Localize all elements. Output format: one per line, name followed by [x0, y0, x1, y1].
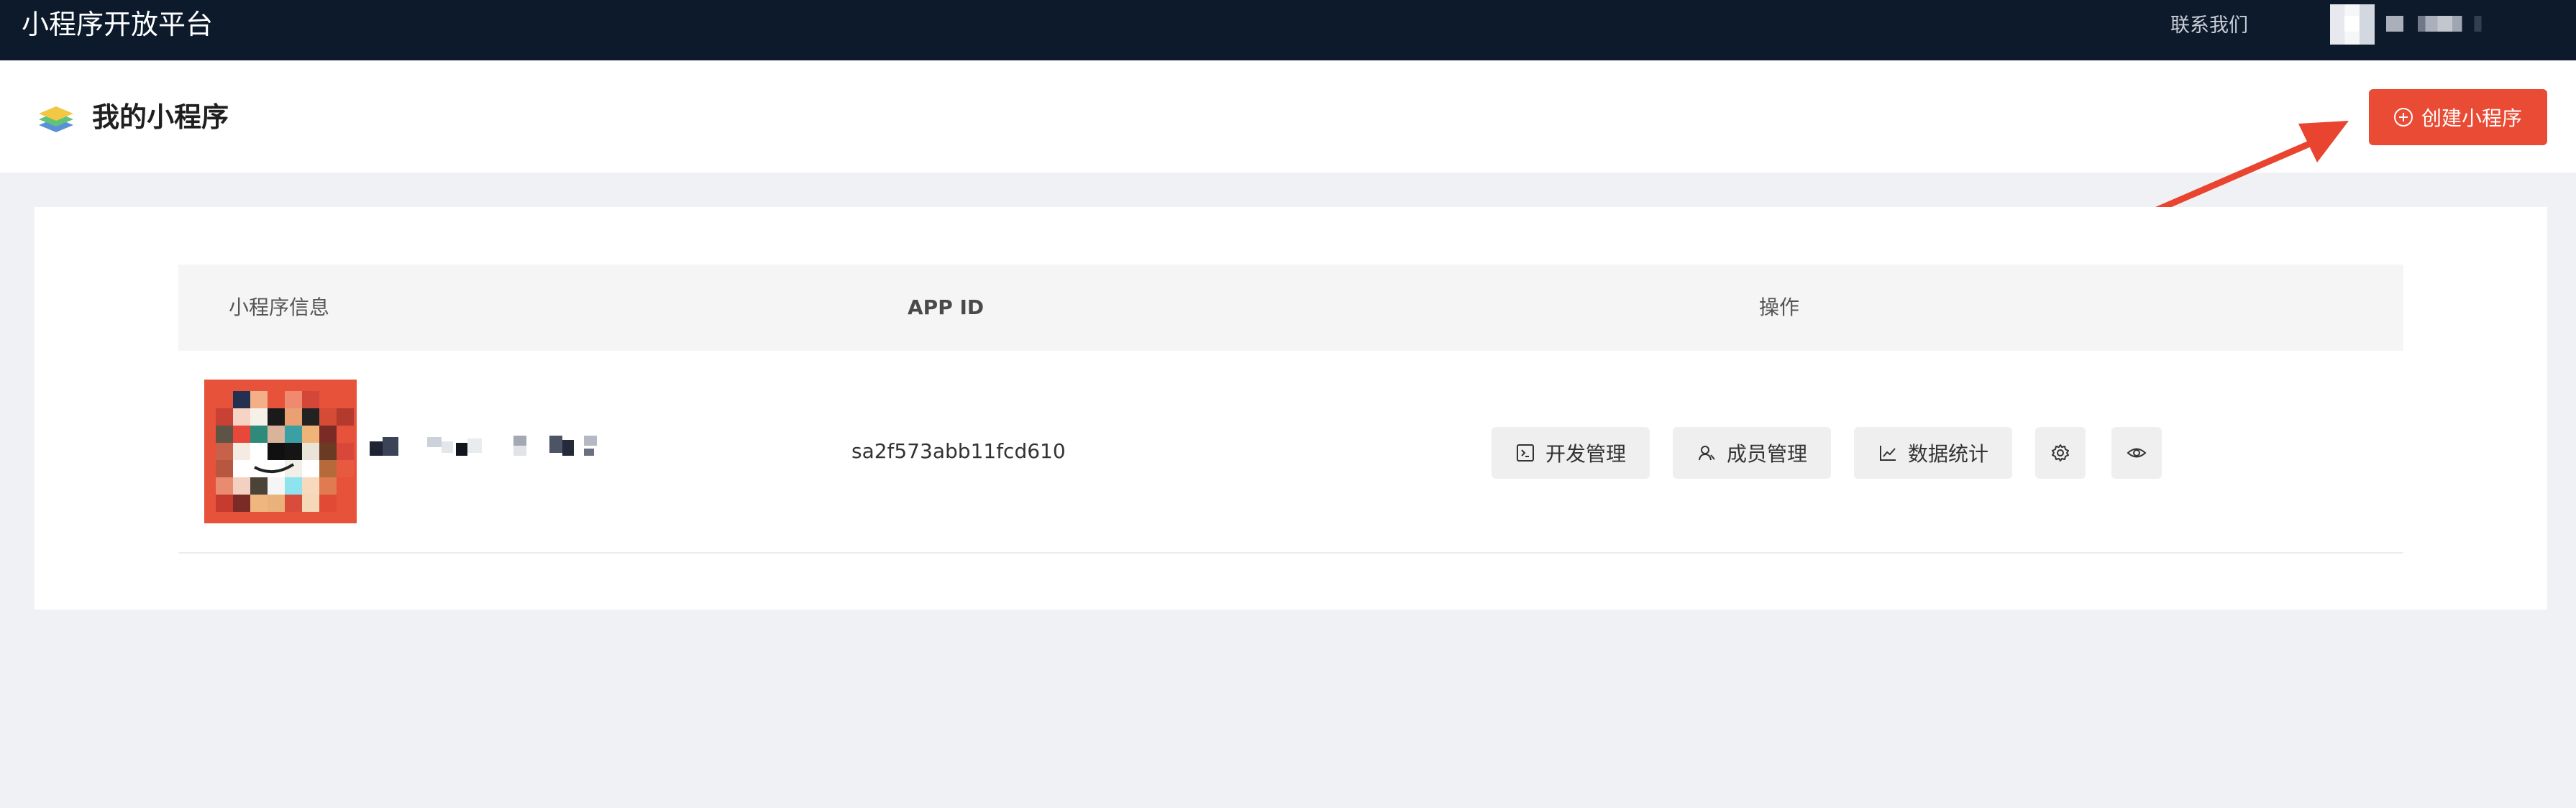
create-miniprogram-button[interactable]: 创建小程序 — [2369, 89, 2547, 145]
chart-line-icon — [1879, 446, 1896, 461]
app-icon-redacted[interactable] — [204, 380, 357, 523]
data-stats-button[interactable]: 数据统计 — [1854, 427, 2012, 479]
dev-manage-label: 开发管理 — [1545, 442, 1626, 466]
layers-logo-icon — [39, 106, 73, 132]
contact-us-link[interactable]: 联系我们 — [2170, 13, 2248, 39]
create-button-label: 创建小程序 — [2421, 106, 2522, 130]
user-avatar[interactable] — [2330, 4, 2375, 45]
plus-circle-icon — [2393, 108, 2413, 127]
member-manage-button[interactable]: 成员管理 — [1673, 427, 1831, 479]
column-header-actions: 操作 — [1759, 295, 1800, 319]
column-header-info: 小程序信息 — [229, 295, 330, 319]
table-row: sa2f573abb11fcd610 开发管理 成员管理 数据统计 — [178, 351, 2403, 554]
miniprogram-list-card: 小程序信息 APP ID 操作 sa2f573abb11fcd610 开发管理 … — [35, 207, 2547, 610]
platform-title[interactable]: 小程序开放平台 — [22, 6, 213, 43]
user-icon — [1698, 446, 1715, 461]
preview-button[interactable] — [2111, 427, 2162, 479]
data-stats-label: 数据统计 — [1907, 442, 1988, 466]
page-title: 我的小程序 — [92, 101, 229, 133]
member-manage-label: 成员管理 — [1726, 442, 1807, 466]
settings-button[interactable] — [2035, 427, 2086, 479]
column-header-appid: APP ID — [908, 295, 985, 319]
gear-icon — [2052, 444, 2069, 462]
eye-icon — [2127, 448, 2147, 458]
terminal-icon — [1516, 444, 1534, 462]
dev-manage-button[interactable]: 开发管理 — [1492, 427, 1650, 479]
user-name-redacted[interactable] — [2386, 16, 2508, 32]
app-name-redacted[interactable] — [370, 436, 600, 457]
top-nav-bar: 小程序开放平台 联系我们 — [0, 0, 2576, 60]
table-header: 小程序信息 APP ID 操作 — [178, 265, 2403, 351]
app-id-value: sa2f573abb11fcd610 — [851, 439, 1066, 463]
